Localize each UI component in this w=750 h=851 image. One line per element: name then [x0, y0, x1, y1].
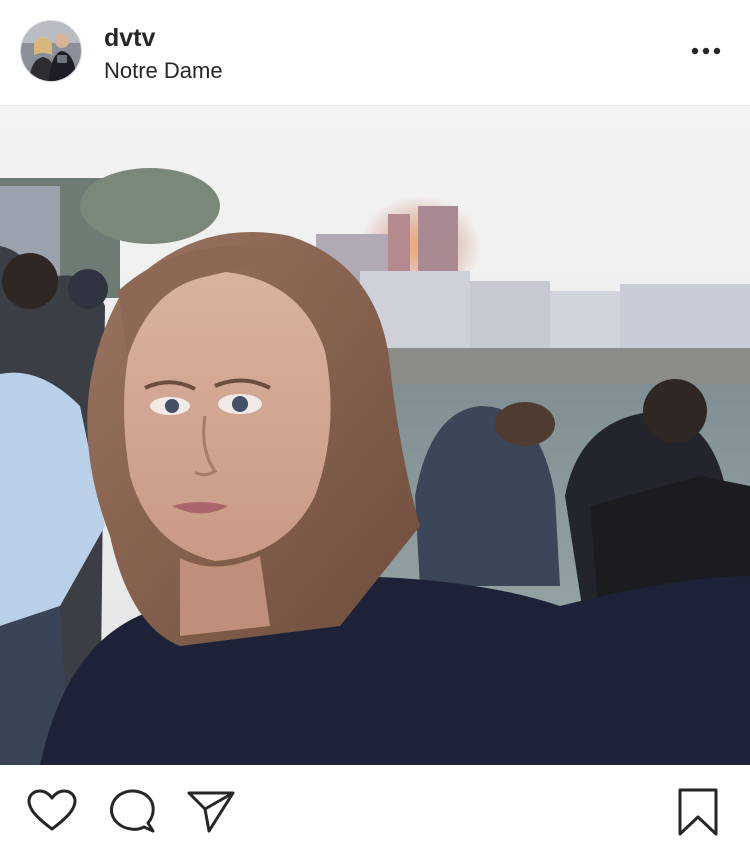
share-button[interactable] [186, 789, 236, 835]
save-button[interactable] [676, 787, 720, 837]
comment-icon [110, 789, 155, 833]
avatar[interactable] [20, 20, 82, 82]
location-link[interactable]: Notre Dame [104, 58, 223, 84]
like-button[interactable] [26, 789, 78, 833]
comment-button[interactable] [108, 789, 156, 835]
more-options-icon [691, 47, 721, 55]
bookmark-icon [678, 788, 718, 836]
paper-plane-icon [187, 791, 235, 833]
action-bar [0, 765, 750, 851]
avatar-image [21, 21, 81, 81]
post-header: dvtv Notre Dame [0, 0, 750, 106]
photo-image [0, 106, 750, 765]
more-options-button[interactable] [684, 38, 728, 64]
username[interactable]: dvtv [104, 24, 155, 53]
post-photo[interactable] [0, 106, 750, 765]
heart-icon [27, 789, 77, 831]
